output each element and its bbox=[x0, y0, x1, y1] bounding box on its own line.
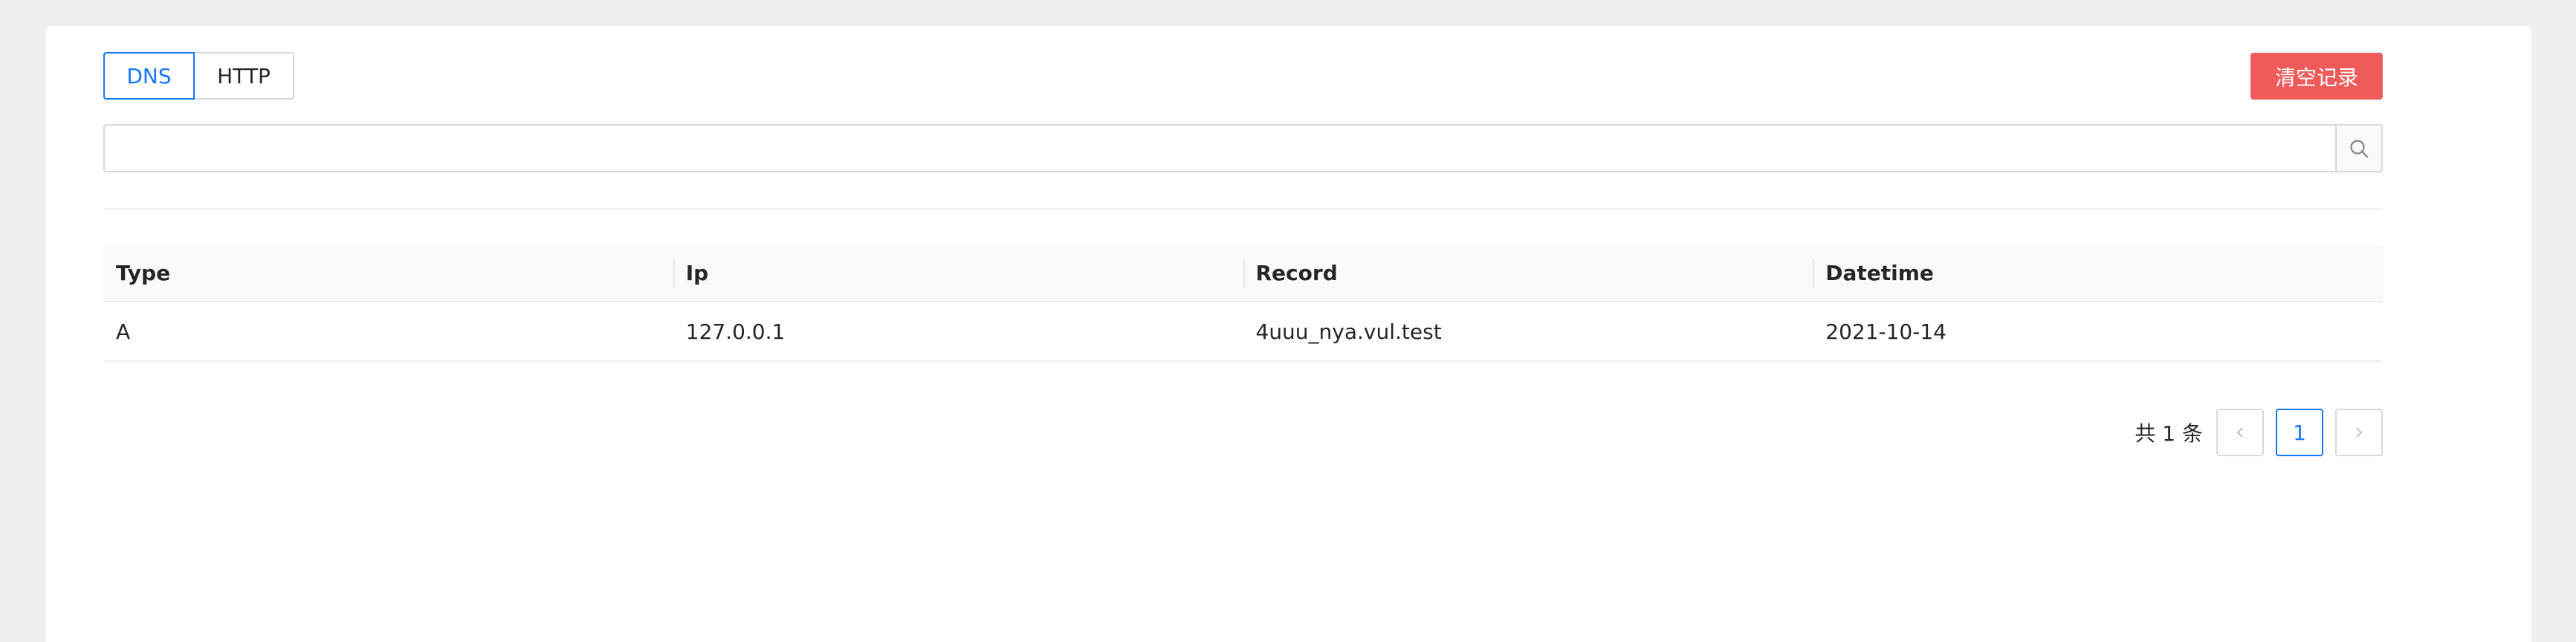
pagination-total: 共 1 条 bbox=[2135, 421, 2203, 446]
cell-ip: 127.0.0.1 bbox=[685, 319, 786, 344]
tab-http[interactable]: HTTP bbox=[195, 52, 294, 100]
next-page-button[interactable] bbox=[2335, 409, 2383, 456]
search-button[interactable] bbox=[2335, 124, 2383, 172]
tab-dns[interactable]: DNS bbox=[103, 52, 195, 100]
search-bar bbox=[103, 124, 2383, 172]
chevron-right-icon bbox=[2356, 427, 2363, 438]
clear-records-button[interactable]: 清空记录 bbox=[2250, 53, 2383, 100]
table-row: A 127.0.0.1 4uuu_nya.vul.test 2021-10-14 bbox=[103, 302, 2383, 362]
column-header-ip: Ip bbox=[673, 245, 1243, 301]
records-table: Type Ip Record Datetime A 127.0.0.1 4uuu… bbox=[103, 245, 2383, 362]
cell-record: 4uuu_nya.vul.test bbox=[1255, 319, 1442, 344]
column-header-type: Type bbox=[116, 261, 171, 285]
search-icon bbox=[2350, 139, 2369, 158]
prev-page-button[interactable] bbox=[2216, 409, 2264, 456]
cell-datetime: 2021-10-14 bbox=[1825, 319, 1946, 344]
cell-type: A bbox=[116, 319, 131, 344]
column-header-datetime: Datetime bbox=[1813, 245, 2383, 301]
chevron-left-icon bbox=[2236, 427, 2243, 438]
record-type-tabs: DNS HTTP bbox=[103, 52, 294, 100]
table-header: Type Ip Record Datetime bbox=[103, 245, 2383, 302]
page-1-button[interactable]: 1 bbox=[2276, 409, 2323, 456]
pagination: 共 1 条 1 bbox=[2135, 409, 2383, 456]
divider bbox=[103, 208, 2383, 210]
search-input[interactable] bbox=[103, 124, 2335, 172]
column-header-record: Record bbox=[1243, 245, 1813, 301]
